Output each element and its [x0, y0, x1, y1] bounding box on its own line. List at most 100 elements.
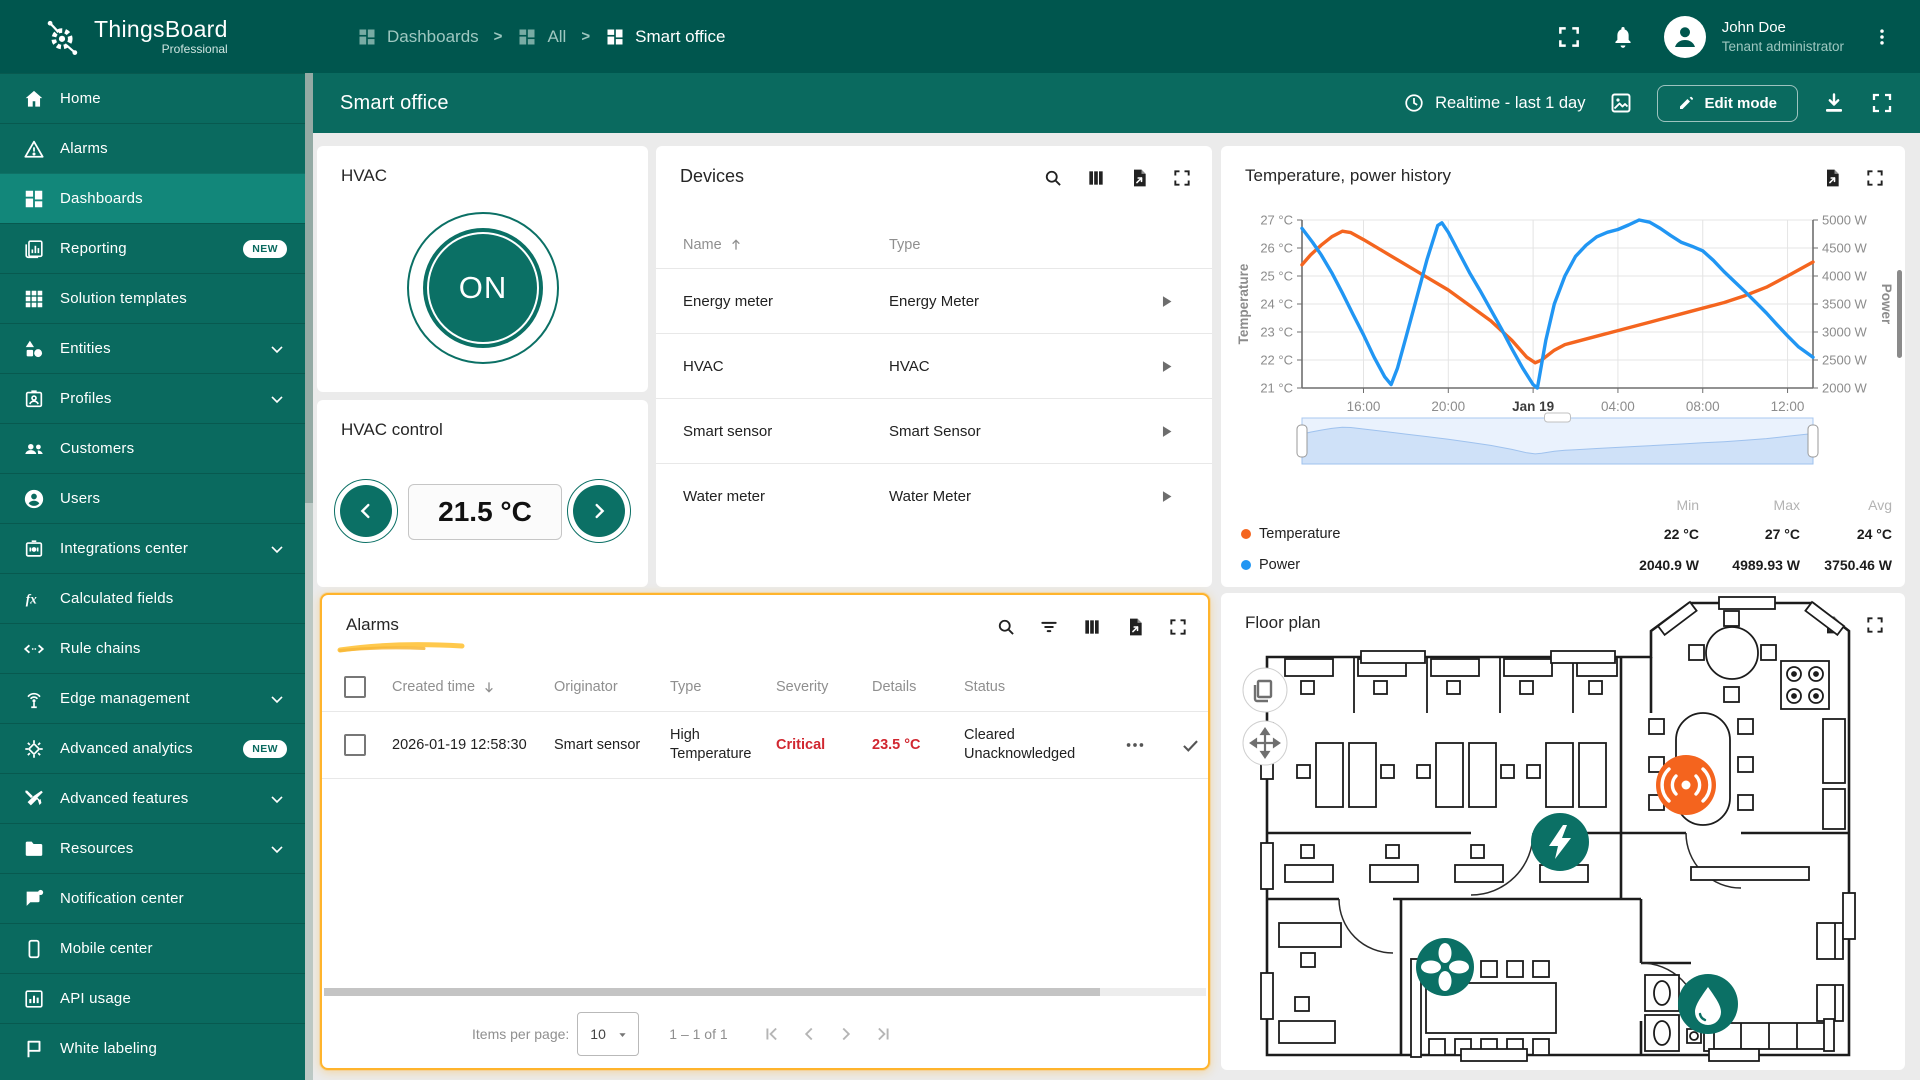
hvac-power-button[interactable]: ON [407, 212, 559, 364]
sidebar-item-advanced-analytics[interactable]: Advanced analyticsNEW [0, 723, 305, 773]
kebab-menu-icon[interactable] [1872, 25, 1892, 49]
column-header-status[interactable]: Status [964, 679, 1124, 695]
sidebar-item-resources[interactable]: Resources [0, 823, 305, 873]
alarm-row[interactable]: 2026-01-19 12:58:30 Smart sensor High Te… [322, 711, 1208, 779]
marker-smart-sensor[interactable] [1656, 755, 1716, 815]
layers-button[interactable] [1243, 668, 1287, 712]
more-actions-icon[interactable] [1124, 734, 1146, 756]
device-name: Water meter [683, 488, 889, 505]
acknowledge-check-icon[interactable] [1180, 735, 1201, 756]
sidebar-item-advanced-features[interactable]: Advanced features [0, 773, 305, 823]
sidebar-item-white-labeling[interactable]: White labeling [0, 1023, 305, 1073]
marker-water-meter[interactable] [1678, 974, 1738, 1034]
export-icon[interactable] [1125, 617, 1145, 637]
dashboard-toolbar: Smart office Realtime - last 1 day Edit … [313, 73, 1920, 133]
notifications-icon [23, 888, 45, 910]
integrations-icon [23, 538, 45, 560]
sidebar-item-users[interactable]: Users [0, 473, 305, 523]
table-row-energy-meter[interactable]: Energy meter Energy Meter [656, 268, 1212, 333]
column-header-details[interactable]: Details [872, 679, 964, 695]
sidebar-item-profiles[interactable]: Profiles [0, 373, 305, 423]
column-header-originator[interactable]: Originator [554, 679, 670, 695]
search-icon[interactable] [996, 617, 1016, 637]
legend-rows: Temperature 22 °C 27 °C 24 °C Power 2040… [1241, 518, 1892, 580]
sidebar-item-api-usage[interactable]: API usage [0, 973, 305, 1023]
device-type: HVAC [889, 358, 1158, 375]
sidebar-item-dashboards[interactable]: Dashboards [0, 173, 305, 223]
legend-row-temperature: Temperature 22 °C 27 °C 24 °C [1241, 518, 1892, 549]
sidebar-item-calculated-fields[interactable]: fx Calculated fields [0, 573, 305, 623]
columns-icon[interactable] [1082, 617, 1102, 637]
brand-logo[interactable]: ThingsBoard Professional [0, 15, 305, 59]
breadcrumb-item-all[interactable]: All [517, 27, 566, 47]
breadcrumb-label: Dashboards [387, 27, 479, 47]
breadcrumb-item-smart-office[interactable]: Smart office [605, 27, 725, 47]
toolbar-fullscreen-icon[interactable] [1870, 91, 1894, 115]
sidebar-item-alarms[interactable]: Alarms [0, 123, 305, 173]
column-header-created-time[interactable]: Created time [392, 679, 554, 695]
pan-button[interactable] [1243, 721, 1287, 765]
search-icon[interactable] [1043, 168, 1063, 188]
export-icon[interactable] [1822, 168, 1842, 188]
breadcrumb-label: Smart office [635, 27, 725, 47]
last-page-button[interactable] [872, 1023, 894, 1045]
image-gallery-icon[interactable] [1609, 91, 1633, 115]
legend-series-toggle[interactable]: Power [1241, 557, 1591, 573]
row-checkbox[interactable] [344, 734, 366, 756]
download-icon[interactable] [1822, 91, 1846, 115]
table-row-smart-sensor[interactable]: Smart sensor Smart Sensor [656, 398, 1212, 463]
slider-handle-right[interactable] [1808, 425, 1818, 457]
sidebar-item-home[interactable]: Home [0, 73, 305, 123]
device-details-play-icon[interactable] [1158, 423, 1175, 440]
column-header-type[interactable]: Type [670, 679, 776, 695]
first-page-button[interactable] [761, 1023, 783, 1045]
table-row-hvac[interactable]: HVAC HVAC [656, 333, 1212, 398]
sidebar-item-customers[interactable]: Customers [0, 423, 305, 473]
column-header-name[interactable]: Name [683, 237, 889, 253]
sidebar-item-mobile-center[interactable]: Mobile center [0, 923, 305, 973]
user-info[interactable]: John Doe Tenant administrator [1722, 18, 1844, 56]
next-page-button[interactable] [835, 1023, 857, 1045]
sidebar-item-integrations-center[interactable]: Integrations center [0, 523, 305, 573]
time-window-button[interactable]: Realtime - last 1 day [1403, 92, 1585, 114]
sidebar-item-reporting[interactable]: ReportingNEW [0, 223, 305, 273]
chart-scrollbar[interactable] [1897, 270, 1902, 358]
fullscreen-icon[interactable] [1556, 24, 1582, 50]
slider-grip[interactable] [1545, 413, 1571, 422]
temperature-increase-button[interactable] [573, 485, 625, 537]
alarms-horizontal-scrollbar[interactable] [324, 988, 1206, 996]
sidebar-item-notification-center[interactable]: Notification center [0, 873, 305, 923]
temperature-decrease-button[interactable] [340, 485, 392, 537]
marker-energy-meter[interactable] [1531, 813, 1589, 871]
svg-text:08:00: 08:00 [1686, 399, 1720, 414]
filter-icon[interactable] [1039, 617, 1059, 637]
sidebar-item-rule-chains[interactable]: Rule chains [0, 623, 305, 673]
breadcrumb-item-dashboards[interactable]: Dashboards [357, 27, 479, 47]
notifications-bell-icon[interactable] [1610, 24, 1636, 50]
page-size-select[interactable]: 10 [577, 1012, 639, 1056]
slider-handle-left[interactable] [1297, 425, 1307, 457]
sidebar-item-edge-management[interactable]: Edge management [0, 673, 305, 723]
device-name: HVAC [683, 358, 889, 375]
avatar[interactable] [1664, 16, 1706, 58]
column-header-severity[interactable]: Severity [776, 679, 872, 695]
widget-fullscreen-icon[interactable] [1172, 168, 1192, 188]
legend-col-min: Min [1591, 497, 1699, 513]
marker-hvac[interactable] [1416, 938, 1474, 996]
device-details-play-icon[interactable] [1158, 358, 1175, 375]
device-details-play-icon[interactable] [1158, 293, 1175, 310]
column-header-type[interactable]: Type [889, 237, 1158, 253]
edit-mode-button[interactable]: Edit mode [1657, 85, 1798, 122]
select-all-checkbox[interactable] [344, 676, 366, 698]
export-icon[interactable] [1129, 168, 1149, 188]
table-row-water-meter[interactable]: Water meter Water Meter [656, 463, 1212, 528]
previous-page-button[interactable] [798, 1023, 820, 1045]
widget-fullscreen-icon[interactable] [1168, 617, 1188, 637]
sidebar-item-entities[interactable]: Entities [0, 323, 305, 373]
sidebar-item-solution-templates[interactable]: Solution templates [0, 273, 305, 323]
widget-fullscreen-icon[interactable] [1865, 168, 1885, 188]
device-details-play-icon[interactable] [1158, 488, 1175, 505]
columns-icon[interactable] [1086, 168, 1106, 188]
sidebar-scrollbar[interactable] [305, 73, 313, 1080]
legend-series-toggle[interactable]: Temperature [1241, 526, 1591, 542]
